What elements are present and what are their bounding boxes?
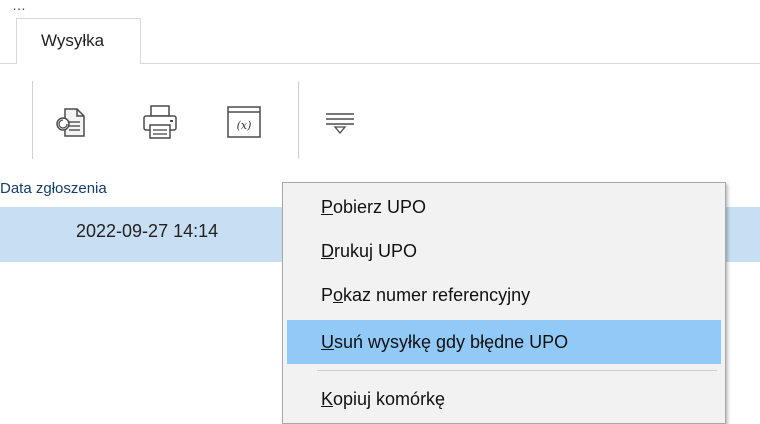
- menu-item-kopiuj-komorke[interactable]: Kopiuj komórkę: [287, 379, 721, 419]
- formula-x-icon: (x): [227, 106, 261, 138]
- tab-wysylka[interactable]: Wysyłka: [16, 18, 141, 64]
- menu-item-label: suń wysyłkę gdy błędne UPO: [334, 331, 569, 352]
- menu-item-mnemonic: o: [333, 284, 344, 305]
- tab-label: Wysyłka: [41, 31, 105, 50]
- tab-strip: Wysyłka: [0, 0, 760, 64]
- menu-item-usun-wysylke[interactable]: Usuń wysyłkę gdy błędne UPO: [287, 320, 721, 364]
- context-menu: Pobierz UPO Drukuj UPO Po kaz numer refer…: [282, 182, 726, 424]
- toolbar-separator: [298, 81, 299, 159]
- menu-item-mnemonic: D: [321, 240, 334, 261]
- menu-item-mnemonic: K: [321, 388, 334, 409]
- print-button[interactable]: [138, 100, 182, 144]
- menu-item-pobierz-upo[interactable]: Pobierz UPO: [287, 187, 721, 227]
- menu-item-label: rukuj UPO: [334, 240, 418, 261]
- menu-item-label: kaz numer referencyjny: [343, 284, 531, 305]
- column-header-data-zgloszenia[interactable]: Data zgłoszenia: [0, 180, 107, 197]
- menu-separator: [317, 370, 717, 371]
- refresh-document-button[interactable]: [50, 100, 94, 144]
- menu-item-pokaz-numer[interactable]: Po kaz numer referencyjny: [287, 275, 721, 315]
- printer-icon: [143, 105, 177, 139]
- menu-item-mnemonic: U: [321, 331, 334, 352]
- menu-item-prefix: P: [321, 284, 334, 305]
- toolbar: (x): [0, 64, 760, 174]
- menu-item-drukuj-upo[interactable]: Drukuj UPO: [287, 231, 721, 271]
- filter-lines-icon: [326, 113, 354, 135]
- formula-button[interactable]: (x): [222, 100, 266, 144]
- svg-text:(x): (x): [237, 119, 252, 132]
- menu-item-mnemonic: P: [321, 196, 334, 217]
- table-cell-date: 2022-09-27 14:14: [76, 221, 219, 241]
- filter-button[interactable]: [318, 100, 362, 144]
- menu-item-label: obierz UPO: [333, 196, 427, 217]
- toolbar-separator: [32, 81, 33, 159]
- document-refresh-icon: [56, 108, 85, 137]
- menu-item-label: opiuj komórkę: [333, 388, 446, 409]
